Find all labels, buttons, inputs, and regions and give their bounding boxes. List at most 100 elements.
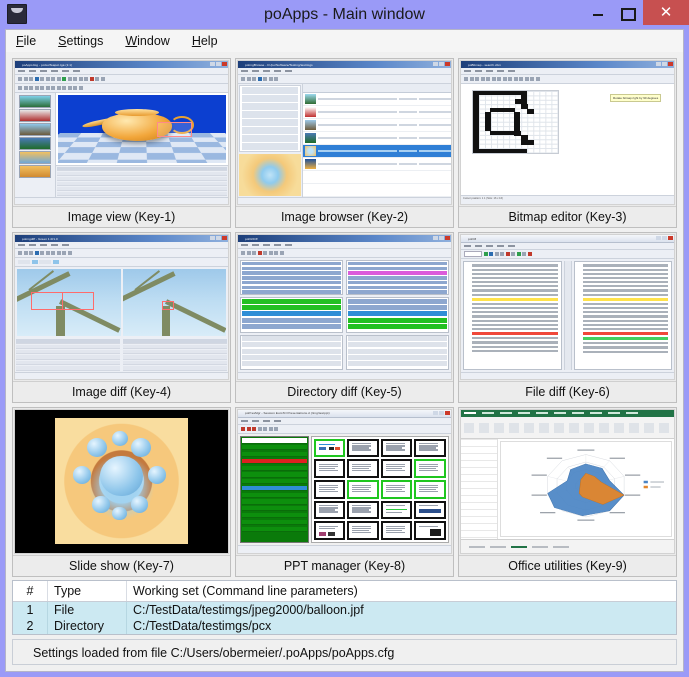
ribbon-tabs[interactable]	[461, 409, 674, 418]
slide-thumbnail[interactable]	[380, 500, 413, 520]
image-diff-preview[interactable]: poImgdiff - Green 1.0/1.0	[14, 234, 229, 380]
window-controls: ✕	[583, 0, 689, 29]
slide-thumbnail[interactable]	[313, 521, 346, 540]
slide-thumbnail[interactable]	[380, 438, 413, 458]
slide-thumbnail[interactable]	[313, 459, 346, 478]
app-tile-directory-diff[interactable]: poDirDiff Directory diff (Key-5)	[235, 232, 454, 403]
menu-item-file[interactable]: File	[14, 32, 46, 50]
close-button[interactable]: ✕	[643, 0, 689, 25]
title-bar: poApps - Main window ✕	[0, 0, 689, 29]
slide-thumbnail[interactable]	[380, 479, 413, 499]
column-header-number[interactable]: #	[13, 581, 48, 602]
diff-gutter[interactable]	[563, 261, 572, 370]
right-image-pane[interactable]	[122, 269, 226, 337]
file-diff-preview[interactable]: poDiff	[460, 234, 675, 380]
slide-thumbnail[interactable]	[380, 459, 413, 478]
excel-ribbon[interactable]	[461, 409, 674, 440]
slide-thumbnail[interactable]	[347, 500, 379, 520]
app-tile-office-utilities[interactable]: Office utilities (Key-9)	[458, 406, 677, 577]
list-item	[302, 184, 451, 198]
radar-legend	[643, 481, 665, 489]
app-tile-image-view[interactable]: poAppsImg - poGuiTeapot.tga (1:1) Image …	[12, 58, 231, 229]
row-type: Directory	[47, 618, 127, 634]
minimize-button[interactable]	[583, 0, 613, 23]
image-list[interactable]	[302, 84, 451, 198]
sheet-tabs[interactable]	[461, 539, 674, 553]
table-header-row: # Type Working set (Command line paramet…	[13, 581, 676, 602]
slide-thumbnail[interactable]	[414, 438, 446, 458]
app-tile-label-image-diff: Image diff (Key-4)	[13, 380, 230, 402]
left-directory-only-list[interactable]	[240, 260, 343, 296]
column-header-working-set[interactable]: Working set (Command line parameters)	[126, 581, 676, 602]
maximize-button[interactable]	[613, 0, 643, 23]
row-number: 2	[13, 618, 48, 634]
ppt-manager-preview[interactable]: poPresMgr - Session EuroTcl Presentation…	[237, 408, 452, 554]
menu-item-settings[interactable]: Settings	[56, 32, 113, 50]
slide-thumbnail[interactable]	[347, 479, 379, 499]
row-path: C:/TestData/testimgs/jpeg2000/balloon.jp…	[126, 601, 676, 618]
slide-thumbnail[interactable]	[380, 521, 413, 540]
app-tile-label-image-view: Image view (Key-1)	[13, 206, 230, 228]
table-row[interactable]: 1 File C:/TestData/testimgs/jpeg2000/bal…	[13, 601, 676, 618]
right-different-files-list[interactable]	[346, 297, 449, 333]
presentation-list[interactable]	[240, 435, 309, 543]
menu-item-window[interactable]: Window	[123, 32, 179, 50]
left-image-pane[interactable]	[17, 269, 121, 337]
preview-titlebar-text: poDirDiff	[245, 236, 258, 241]
column-header-type[interactable]: Type	[47, 581, 127, 602]
slide-show-preview[interactable]	[14, 408, 229, 554]
working-set-table[interactable]: # Type Working set (Command line paramet…	[12, 580, 677, 635]
image-info-panel	[56, 165, 228, 198]
list-item[interactable]	[302, 158, 451, 172]
app-tile-image-diff[interactable]: poImgdiff - Green 1.0/1.0 Image diff (Ke…	[12, 232, 231, 403]
bitmap-editor-preview[interactable]: poBitmap - search.xbm Rotate bitmap righ…	[460, 60, 675, 206]
list-item[interactable]	[302, 93, 451, 107]
app-tile-label-image-browser: Image browser (Key-2)	[236, 206, 453, 228]
menu-item-help[interactable]: Help	[190, 32, 228, 50]
slide-thumbnail[interactable]	[313, 479, 346, 499]
office-utilities-preview[interactable]	[460, 408, 675, 554]
app-tile-slide-show[interactable]: Slide show (Key-7)	[12, 406, 231, 577]
right-image-info	[123, 339, 227, 371]
app-tile-bitmap-editor[interactable]: poBitmap - search.xbm Rotate bitmap righ…	[458, 58, 677, 229]
main-window: poApps - Main window ✕ File Settings Win…	[0, 0, 689, 677]
slide-thumbnail[interactable]	[414, 459, 446, 478]
status-bar: Settings loaded from file C:/Users/oberm…	[12, 639, 677, 665]
preview-titlebar-text: poPresMgr - Session EuroTcl Presentation…	[245, 411, 330, 416]
slide-thumbnail[interactable]	[313, 438, 346, 458]
pixel-grid[interactable]	[471, 89, 559, 154]
app-tile-file-diff[interactable]: poDiff File diff (Key-6)	[458, 232, 677, 403]
radar-chart[interactable]	[500, 441, 672, 538]
slide-thumbnail[interactable]	[347, 459, 379, 478]
right-directory-only-list[interactable]	[346, 260, 449, 296]
left-different-files-list[interactable]	[240, 297, 343, 333]
directory-tree[interactable]	[239, 85, 301, 152]
left-file-pane[interactable]	[463, 261, 562, 370]
list-item-selected[interactable]	[302, 145, 451, 159]
spreadsheet-cells[interactable]	[461, 439, 499, 540]
slide-thumbnail[interactable]	[347, 438, 379, 458]
slide-thumbnail[interactable]	[313, 500, 346, 520]
app-tile-ppt-manager[interactable]: poPresMgr - Session EuroTcl Presentation…	[235, 406, 454, 577]
slide-thumbnail[interactable]	[414, 479, 446, 499]
directory-diff-preview[interactable]: poDirDiff	[237, 234, 452, 380]
slide-thumbnail[interactable]	[414, 500, 446, 520]
app-tile-label-file-diff: File diff (Key-6)	[459, 380, 676, 402]
slide-thumbnail[interactable]	[414, 521, 446, 540]
image-view-preview[interactable]: poAppsImg - poGuiTeapot.tga (1:1)	[14, 60, 229, 206]
radar-chart-svg	[531, 449, 665, 522]
list-item[interactable]	[302, 132, 451, 146]
slide-grid[interactable]	[310, 435, 449, 543]
fractal-image	[55, 418, 188, 545]
preview-titlebar-text: poImgBrowse - D:/po/Software/Testing/tes…	[245, 62, 313, 67]
slide-thumbnail[interactable]	[347, 521, 379, 540]
menu-item-settings-rest: ettings	[66, 34, 104, 48]
left-file-details	[240, 334, 343, 370]
right-file-pane[interactable]	[573, 261, 672, 370]
table-row[interactable]: 2 Directory C:/TestData/testimgs/pcx	[13, 618, 676, 634]
list-item[interactable]	[302, 119, 451, 133]
image-browser-preview[interactable]: poImgBrowse - D:/po/Software/Testing/tes…	[237, 60, 452, 206]
app-tile-image-browser[interactable]: poImgBrowse - D:/po/Software/Testing/tes…	[235, 58, 454, 229]
menu-item-file-rest: ile	[23, 34, 37, 48]
list-item[interactable]	[302, 106, 451, 120]
